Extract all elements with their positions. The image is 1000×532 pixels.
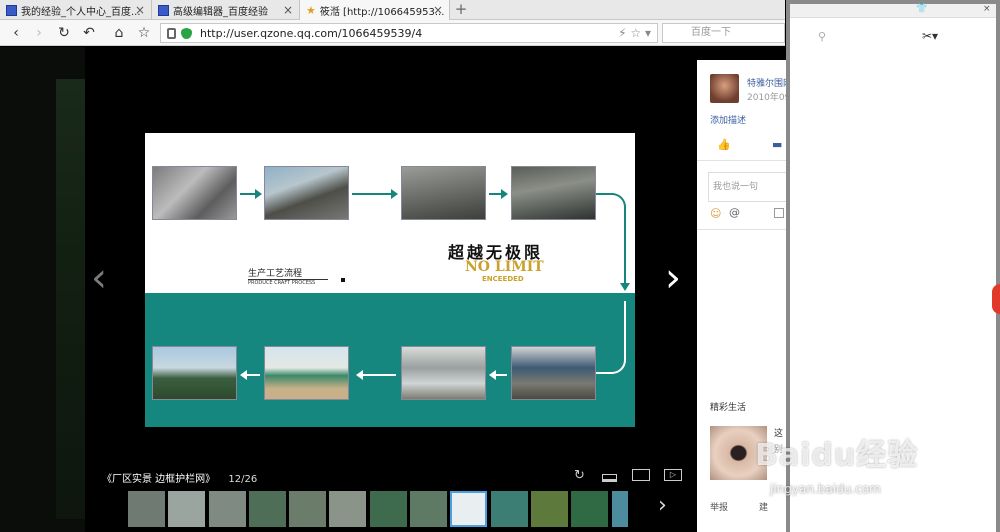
section-title: 精彩生活 xyxy=(710,403,747,413)
process-image-2 xyxy=(264,166,349,220)
process-image-4 xyxy=(511,166,596,220)
process-title: 生产工艺流程 xyxy=(248,269,303,279)
process-image-3 xyxy=(401,166,486,220)
report-link[interactable]: 举报 xyxy=(710,500,728,513)
bullet-dot xyxy=(341,278,345,282)
main-photo: 生产工艺流程 PRODUCE CRAFT PROCESS 超越无极限 NO LI… xyxy=(145,133,635,427)
thumbnail[interactable] xyxy=(209,491,246,527)
headline-en-sub: ENCEEDED xyxy=(482,275,524,283)
suggest-link[interactable]: 建 xyxy=(759,500,768,513)
favorite-star-icon[interactable]: ☆ xyxy=(135,24,153,42)
home-icon[interactable]: ⌂ xyxy=(110,24,128,42)
tab-title: 高级编辑器_百度经验 xyxy=(173,6,268,18)
user-name[interactable]: 特雅尔围网 xyxy=(747,76,787,89)
thumbnail-strip xyxy=(128,491,648,527)
back-icon[interactable]: ‹ xyxy=(7,24,25,42)
close-icon[interactable]: × xyxy=(135,3,145,17)
thumbnail[interactable] xyxy=(612,491,628,527)
strip-next-icon[interactable]: › xyxy=(658,493,667,518)
thumbnail[interactable] xyxy=(491,491,528,527)
new-tab-button[interactable]: + xyxy=(450,0,472,20)
thumbnail[interactable] xyxy=(128,491,165,527)
thumbnail[interactable] xyxy=(168,491,205,527)
tab-title: 我的经验_个人中心_百度... xyxy=(21,6,141,18)
thumbnail-active[interactable] xyxy=(450,491,487,527)
album-title: 《厂区实景 边框护栏网》 xyxy=(102,474,216,485)
thumbnail[interactable] xyxy=(531,491,568,527)
fullscreen-icon[interactable] xyxy=(632,469,650,481)
thumbnail[interactable] xyxy=(370,491,407,527)
baidu-favicon-icon xyxy=(158,4,169,16)
close-icon[interactable]: × xyxy=(283,3,293,17)
private-checkbox[interactable] xyxy=(774,208,784,218)
watermark-brand: Baidu经验 xyxy=(755,438,919,473)
flow-arrow xyxy=(352,189,398,199)
thumbnail[interactable] xyxy=(329,491,366,527)
screenshot-scissor-icon[interactable]: ✂▾ xyxy=(922,29,938,43)
headline-en: NO LIMIT xyxy=(465,259,544,275)
search-icon[interactable]: ⚲ xyxy=(818,30,826,43)
close-icon[interactable]: × xyxy=(983,4,991,14)
avatar[interactable] xyxy=(710,74,739,103)
search-input[interactable]: 百度一下 xyxy=(662,23,785,43)
flow-arrow xyxy=(240,370,260,380)
photo-caption: 《厂区实景 边框护栏网》 12/26 xyxy=(102,470,257,485)
thumbnail[interactable] xyxy=(249,491,286,527)
flow-arrow-down xyxy=(620,283,630,291)
flow-arrow xyxy=(489,189,508,199)
upload-date: 2010年09 xyxy=(747,93,787,103)
tab-qzone[interactable]: ★ 筱湉 [http://106645953... × xyxy=(300,0,450,20)
tab-advanced-editor[interactable]: 高级编辑器_百度经验 × xyxy=(152,0,300,20)
url-text: http://user.qzone.qq.com/1066459539/4 xyxy=(200,26,423,40)
thumbnail[interactable] xyxy=(410,491,447,527)
address-bar[interactable]: http://user.qzone.qq.com/1066459539/4 ⚡ … xyxy=(160,23,658,43)
background-photo-edge xyxy=(0,47,85,532)
mention-icon[interactable]: @ xyxy=(729,206,740,219)
flow-line xyxy=(624,211,626,286)
comment-input[interactable]: 我也说一句 xyxy=(708,172,787,202)
slideshow-icon[interactable]: ▷ xyxy=(664,469,682,481)
reload-icon[interactable]: ↻ xyxy=(55,24,73,42)
like-icon[interactable]: 👍 xyxy=(717,138,731,151)
previous-photo-icon[interactable]: ‹ xyxy=(91,258,107,298)
next-photo-icon[interactable]: › xyxy=(665,258,681,298)
flow-arrow xyxy=(356,370,396,380)
flow-arrow xyxy=(240,189,262,199)
star-favicon-icon: ★ xyxy=(306,3,316,17)
tab-strip: 我的经验_个人中心_百度... × 高级编辑器_百度经验 × ★ 筱湉 [htt… xyxy=(0,0,785,20)
forward-icon[interactable]: › xyxy=(30,24,48,42)
navigation-bar: ‹ › ↻ ↶ ⌂ ☆ http://user.qzone.qq.com/106… xyxy=(0,20,785,46)
baidu-favicon-icon xyxy=(6,4,17,16)
rotate-icon[interactable]: ↻ xyxy=(574,469,585,483)
popup-titlebar xyxy=(790,4,996,18)
process-subtitle: PRODUCE CRAFT PROCESS xyxy=(248,279,328,286)
comment-icon[interactable]: ▬ xyxy=(772,138,782,151)
undo-icon[interactable]: ↶ xyxy=(80,24,98,42)
thumbnail[interactable] xyxy=(289,491,326,527)
process-image-6 xyxy=(401,346,486,400)
flow-curve xyxy=(596,193,626,213)
flow-arrow xyxy=(489,370,507,380)
address-tools-icon[interactable]: ⚡ ☆ ▾ xyxy=(618,26,651,40)
skin-icon[interactable]: 👕 xyxy=(916,4,927,14)
emoji-icon[interactable]: ☺ xyxy=(710,207,721,220)
floating-red-tab[interactable] xyxy=(992,284,1000,314)
add-description-link[interactable]: 添加描述 xyxy=(710,113,746,126)
flow-line xyxy=(624,301,626,356)
process-image-8 xyxy=(152,346,237,400)
tab-my-experience[interactable]: 我的经验_个人中心_百度... × xyxy=(0,0,152,20)
divider xyxy=(697,229,787,230)
process-image-5 xyxy=(511,346,596,400)
photo-counter: 12/26 xyxy=(228,474,258,485)
process-image-7 xyxy=(264,346,349,400)
tab-title: 筱湉 [http://106645953... xyxy=(319,6,445,18)
divider xyxy=(697,160,787,161)
watermark-url: jingyan.baidu.com xyxy=(770,482,881,496)
process-image-1 xyxy=(152,166,237,220)
thumbnail[interactable] xyxy=(571,491,608,527)
fit-window-icon[interactable] xyxy=(602,474,617,482)
lock-icon xyxy=(167,27,176,39)
close-icon[interactable]: × xyxy=(433,3,443,17)
shield-icon xyxy=(181,27,192,39)
